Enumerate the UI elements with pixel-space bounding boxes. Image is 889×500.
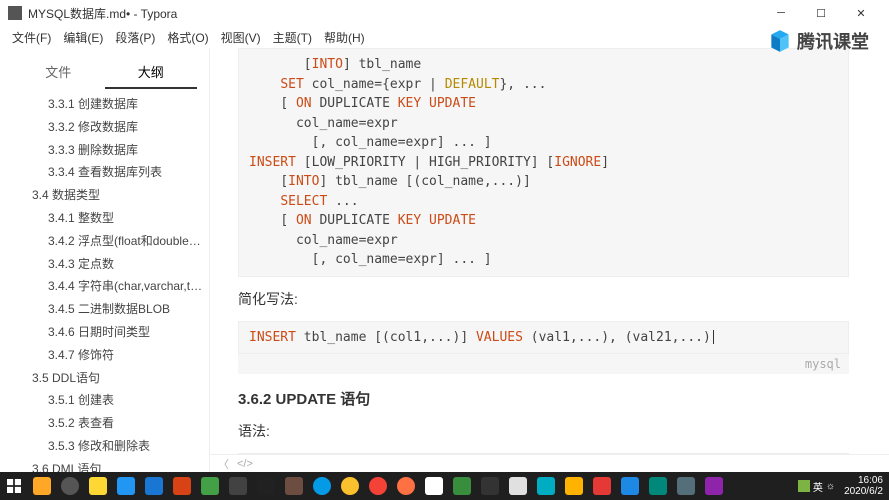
sidebar-tab-outline[interactable]: 大纲 (105, 56, 198, 89)
window-title: MYSQL数据库.md• - Typora (28, 5, 761, 22)
taskbar-app-8[interactable] (224, 472, 252, 500)
taskbar-app-14[interactable] (392, 472, 420, 500)
tray-icon[interactable] (798, 480, 810, 492)
outline-item[interactable]: 3.6 DML语句 (0, 458, 209, 472)
taskbar-app-5[interactable] (140, 472, 168, 500)
taskbar-app-23[interactable] (644, 472, 672, 500)
taskbar-app-21[interactable] (588, 472, 616, 500)
taskbar-app-25[interactable] (700, 472, 728, 500)
system-tray[interactable]: 英 ☼ 16:06 2020/6/2 (795, 475, 889, 497)
outline-item[interactable]: 3.3.4 查看数据库列表 (0, 161, 209, 184)
outline-item[interactable]: 3.4.7 修饰符 (0, 344, 209, 367)
taskbar-app-16[interactable] (448, 472, 476, 500)
outline-item[interactable]: 3.3.2 修改数据库 (0, 116, 209, 139)
title-bar: MYSQL数据库.md• - Typora ─ ☐ ✕ (0, 0, 889, 26)
taskbar-app-7[interactable] (196, 472, 224, 500)
syntax-label: 语法: (238, 421, 849, 441)
close-button[interactable]: ✕ (841, 0, 881, 26)
taskbar-app-11[interactable] (308, 472, 336, 500)
taskbar-app-19[interactable] (532, 472, 560, 500)
nav-back-icon[interactable]: 〈 (218, 456, 229, 472)
taskbar-app-22[interactable] (616, 472, 644, 500)
taskbar-app-6[interactable] (168, 472, 196, 500)
menu-view[interactable]: 视图(V) (215, 27, 267, 48)
outline-item[interactable]: 3.4.5 二进制数据BLOB (0, 298, 209, 321)
outline-item[interactable]: 3.5.2 表查看 (0, 412, 209, 435)
taskbar-app-2[interactable] (56, 472, 84, 500)
editor-content[interactable]: [INTO] tbl_name SET col_name={expr | DEF… (210, 48, 889, 472)
outline-item[interactable]: 3.5.3 修改和删除表 (0, 435, 209, 458)
windows-taskbar: 英 ☼ 16:06 2020/6/2 (0, 472, 889, 500)
heading-update: 3.6.2 UPDATE 语句 (238, 388, 849, 409)
taskbar-app-1[interactable] (28, 472, 56, 500)
sidebar: 文件 大纲 3.3.1 创建数据库3.3.2 修改数据库3.3.3 删除数据库3… (0, 48, 210, 472)
taskbar-app-12[interactable] (336, 472, 364, 500)
menu-file[interactable]: 文件(F) (6, 27, 57, 48)
outline-item[interactable]: 3.4 数据类型 (0, 184, 209, 207)
maximize-button[interactable]: ☐ (801, 0, 841, 26)
start-button[interactable] (0, 472, 28, 500)
outline-item[interactable]: 3.4.1 整数型 (0, 207, 209, 230)
outline-list[interactable]: 3.3.1 创建数据库3.3.2 修改数据库3.3.3 删除数据库3.3.4 查… (0, 89, 209, 472)
menu-format[interactable]: 格式(O) (161, 27, 214, 48)
code-lang-label: mysql (238, 353, 849, 374)
minimize-button[interactable]: ─ (761, 0, 801, 26)
tray-clock[interactable]: 16:06 2020/6/2 (844, 475, 883, 497)
status-bar: 〈 </> (210, 454, 889, 472)
code-block-insert[interactable]: [INTO] tbl_name SET col_name={expr | DEF… (238, 48, 849, 277)
outline-item[interactable]: 3.3.1 创建数据库 (0, 93, 209, 116)
outline-item[interactable]: 3.3.3 删除数据库 (0, 139, 209, 162)
code-block-insert-simple[interactable]: INSERT tbl_name [(col1,...)] VALUES (val… (238, 321, 849, 355)
menu-paragraph[interactable]: 段落(P) (109, 27, 161, 48)
taskbar-app-3[interactable] (84, 472, 112, 500)
menu-help[interactable]: 帮助(H) (318, 27, 371, 48)
taskbar-app-10[interactable] (280, 472, 308, 500)
taskbar-app-9[interactable] (252, 472, 280, 500)
menu-edit[interactable]: 编辑(E) (57, 27, 109, 48)
outline-item[interactable]: 3.5.1 创建表 (0, 389, 209, 412)
outline-item[interactable]: 3.4.6 日期时间类型 (0, 321, 209, 344)
watermark-logo: 腾讯课堂 (767, 28, 869, 54)
text-cursor (713, 330, 714, 344)
menu-bar: 文件(F) 编辑(E) 段落(P) 格式(O) 视图(V) 主题(T) 帮助(H… (0, 26, 889, 48)
taskbar-app-24[interactable] (672, 472, 700, 500)
taskbar-app-17[interactable] (476, 472, 504, 500)
source-code-icon[interactable]: </> (237, 458, 253, 470)
taskbar-app-20[interactable] (560, 472, 588, 500)
simplified-label: 简化写法: (238, 289, 849, 309)
taskbar-app-13[interactable] (364, 472, 392, 500)
outline-item[interactable]: 3.4.2 浮点型(float和double)，近似值 (0, 230, 209, 253)
taskbar-app-18[interactable] (504, 472, 532, 500)
app-icon (8, 6, 22, 20)
outline-item[interactable]: 3.4.4 字符串(char,varchar,text) (0, 275, 209, 298)
tray-lang[interactable]: 英 (813, 479, 823, 494)
taskbar-app-4[interactable] (112, 472, 140, 500)
menu-theme[interactable]: 主题(T) (267, 27, 318, 48)
sidebar-tab-file[interactable]: 文件 (12, 56, 105, 89)
outline-item[interactable]: 3.4.3 定点数 (0, 253, 209, 276)
tencent-class-icon (767, 28, 793, 54)
taskbar-app-15[interactable] (420, 472, 448, 500)
outline-item[interactable]: 3.5 DDL语句 (0, 367, 209, 390)
